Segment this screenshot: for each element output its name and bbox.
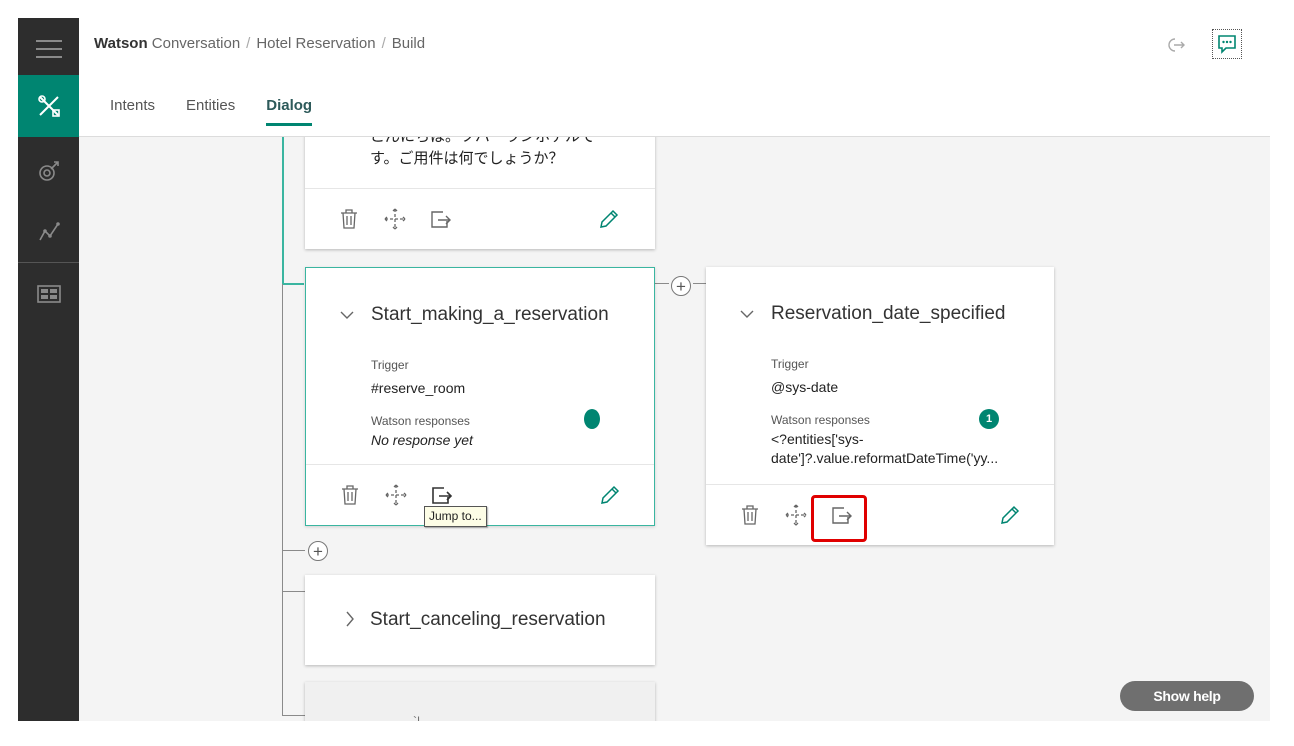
workspaces-nav-button[interactable] — [18, 263, 79, 325]
node-title: Start_making_a_reservation — [371, 304, 609, 325]
dialog-node-greeting[interactable]: こんにちは。ツバーランホテルで す。ご用件は何でしょうか？ — [305, 137, 655, 249]
node-title: Reservation_date_specified — [771, 303, 1006, 324]
menu-icon — [35, 40, 62, 58]
tree-connector — [693, 283, 706, 284]
trigger-label: Trigger — [771, 357, 809, 371]
plus-icon: + — [313, 541, 323, 561]
dialog-canvas: こんにちは。ツバーランホテルで す。ご用件は何でしょうか？ — [79, 137, 1270, 721]
response-value: No response yet — [371, 432, 473, 448]
highlight-annotation-box — [811, 495, 867, 542]
edit-pencil-icon[interactable] — [598, 483, 622, 507]
top-header: Watson Conversation / Hotel Reservation / Bu… — [79, 18, 1270, 137]
trigger-value: #reserve_room — [371, 380, 466, 396]
show-help-button[interactable]: Show help — [1120, 681, 1254, 711]
analytics-icon — [38, 222, 60, 241]
node-title: Start_canceling_reservation — [370, 609, 606, 630]
edit-pencil-icon[interactable] — [998, 503, 1022, 527]
tree-connector — [655, 283, 669, 284]
exit-icon — [1168, 38, 1185, 52]
tree-connector — [282, 283, 304, 285]
responses-label: Watson responses — [771, 413, 870, 427]
tab-bar: Intents Entities Dialog — [110, 97, 313, 126]
analytics-nav-button[interactable] — [18, 200, 79, 262]
breadcrumb-separator: / — [246, 35, 251, 52]
tab-entities[interactable]: Entities — [186, 97, 235, 126]
deploy-nav-button[interactable] — [18, 140, 79, 202]
tree-connector — [282, 284, 283, 716]
trash-icon[interactable] — [337, 207, 361, 231]
breadcrumb-workspace[interactable]: Hotel Reservation — [256, 35, 375, 52]
trash-icon[interactable] — [738, 503, 762, 527]
response-value: <?entities['sys- — [771, 431, 864, 447]
chat-bubble-icon — [1218, 35, 1236, 54]
node-response-text: す。ご用件は何でしょうか？ — [370, 150, 564, 167]
responses-label: Watson responses — [371, 414, 470, 428]
product-name[interactable]: Conversation — [152, 35, 240, 52]
try-it-chat-button[interactable] — [1212, 29, 1242, 59]
jump-to-icon[interactable] — [429, 207, 453, 231]
add-node-below-button[interactable]: + — [308, 541, 328, 561]
tree-connector — [282, 591, 305, 592]
build-nav-button[interactable] — [18, 75, 79, 137]
dialog-node-start-canceling-reservation[interactable]: Start_canceling_reservation — [305, 575, 655, 665]
jump-to-tooltip: Jump to... — [424, 506, 487, 527]
edit-pencil-icon[interactable] — [597, 207, 621, 231]
exit-button[interactable] — [1167, 35, 1187, 55]
workspaces-icon — [36, 285, 61, 303]
brand-name: Watson — [94, 35, 148, 52]
tree-connector — [282, 715, 305, 716]
breadcrumb-section: Build — [391, 35, 426, 52]
chevron-down-icon[interactable] — [340, 310, 354, 320]
chevron-down-icon[interactable] — [740, 309, 754, 319]
deploy-icon — [38, 161, 59, 181]
move-icon[interactable] — [383, 207, 407, 231]
tab-intents[interactable]: Intents — [110, 97, 155, 126]
node-title: `| — [413, 714, 421, 721]
plus-icon: + — [676, 276, 686, 296]
add-child-node-button[interactable]: + — [671, 276, 691, 296]
watson-conversation-app: Watson Conversation / Hotel Reservation / Bu… — [18, 18, 1270, 721]
response-count-badge: 1 — [979, 409, 999, 429]
tools-icon — [37, 95, 60, 117]
trash-icon[interactable] — [338, 483, 362, 507]
move-icon[interactable] — [384, 483, 408, 507]
left-nav-rail — [18, 18, 79, 721]
response-status-dot — [584, 409, 600, 429]
breadcrumb: Watson Conversation / Hotel Reservation / Bu… — [94, 35, 425, 52]
dialog-node-reservation-date-specified[interactable]: Reservation_date_specified Trigger @sys-… — [706, 267, 1054, 545]
dialog-node-anything-else[interactable]: `| — [305, 682, 655, 721]
tree-connector — [282, 550, 305, 551]
node-footer — [305, 188, 655, 249]
trigger-label: Trigger — [371, 358, 409, 372]
tree-connector — [282, 137, 284, 284]
jump-to-icon[interactable] — [430, 483, 454, 507]
chevron-right-icon[interactable] — [345, 611, 355, 627]
trigger-value: @sys-date — [771, 379, 839, 395]
menu-button[interactable] — [18, 18, 79, 80]
dialog-node-start-making-reservation[interactable]: Start_making_a_reservation Trigger #rese… — [305, 267, 655, 526]
node-response-text: こんにちは。ツバーランホテルで — [370, 137, 595, 146]
node-footer — [706, 484, 1054, 545]
breadcrumb-separator: / — [381, 35, 386, 52]
move-icon[interactable] — [784, 503, 808, 527]
tab-dialog[interactable]: Dialog — [266, 97, 313, 126]
response-value: date']?.value.reformatDateTime('yy... — [771, 450, 999, 466]
